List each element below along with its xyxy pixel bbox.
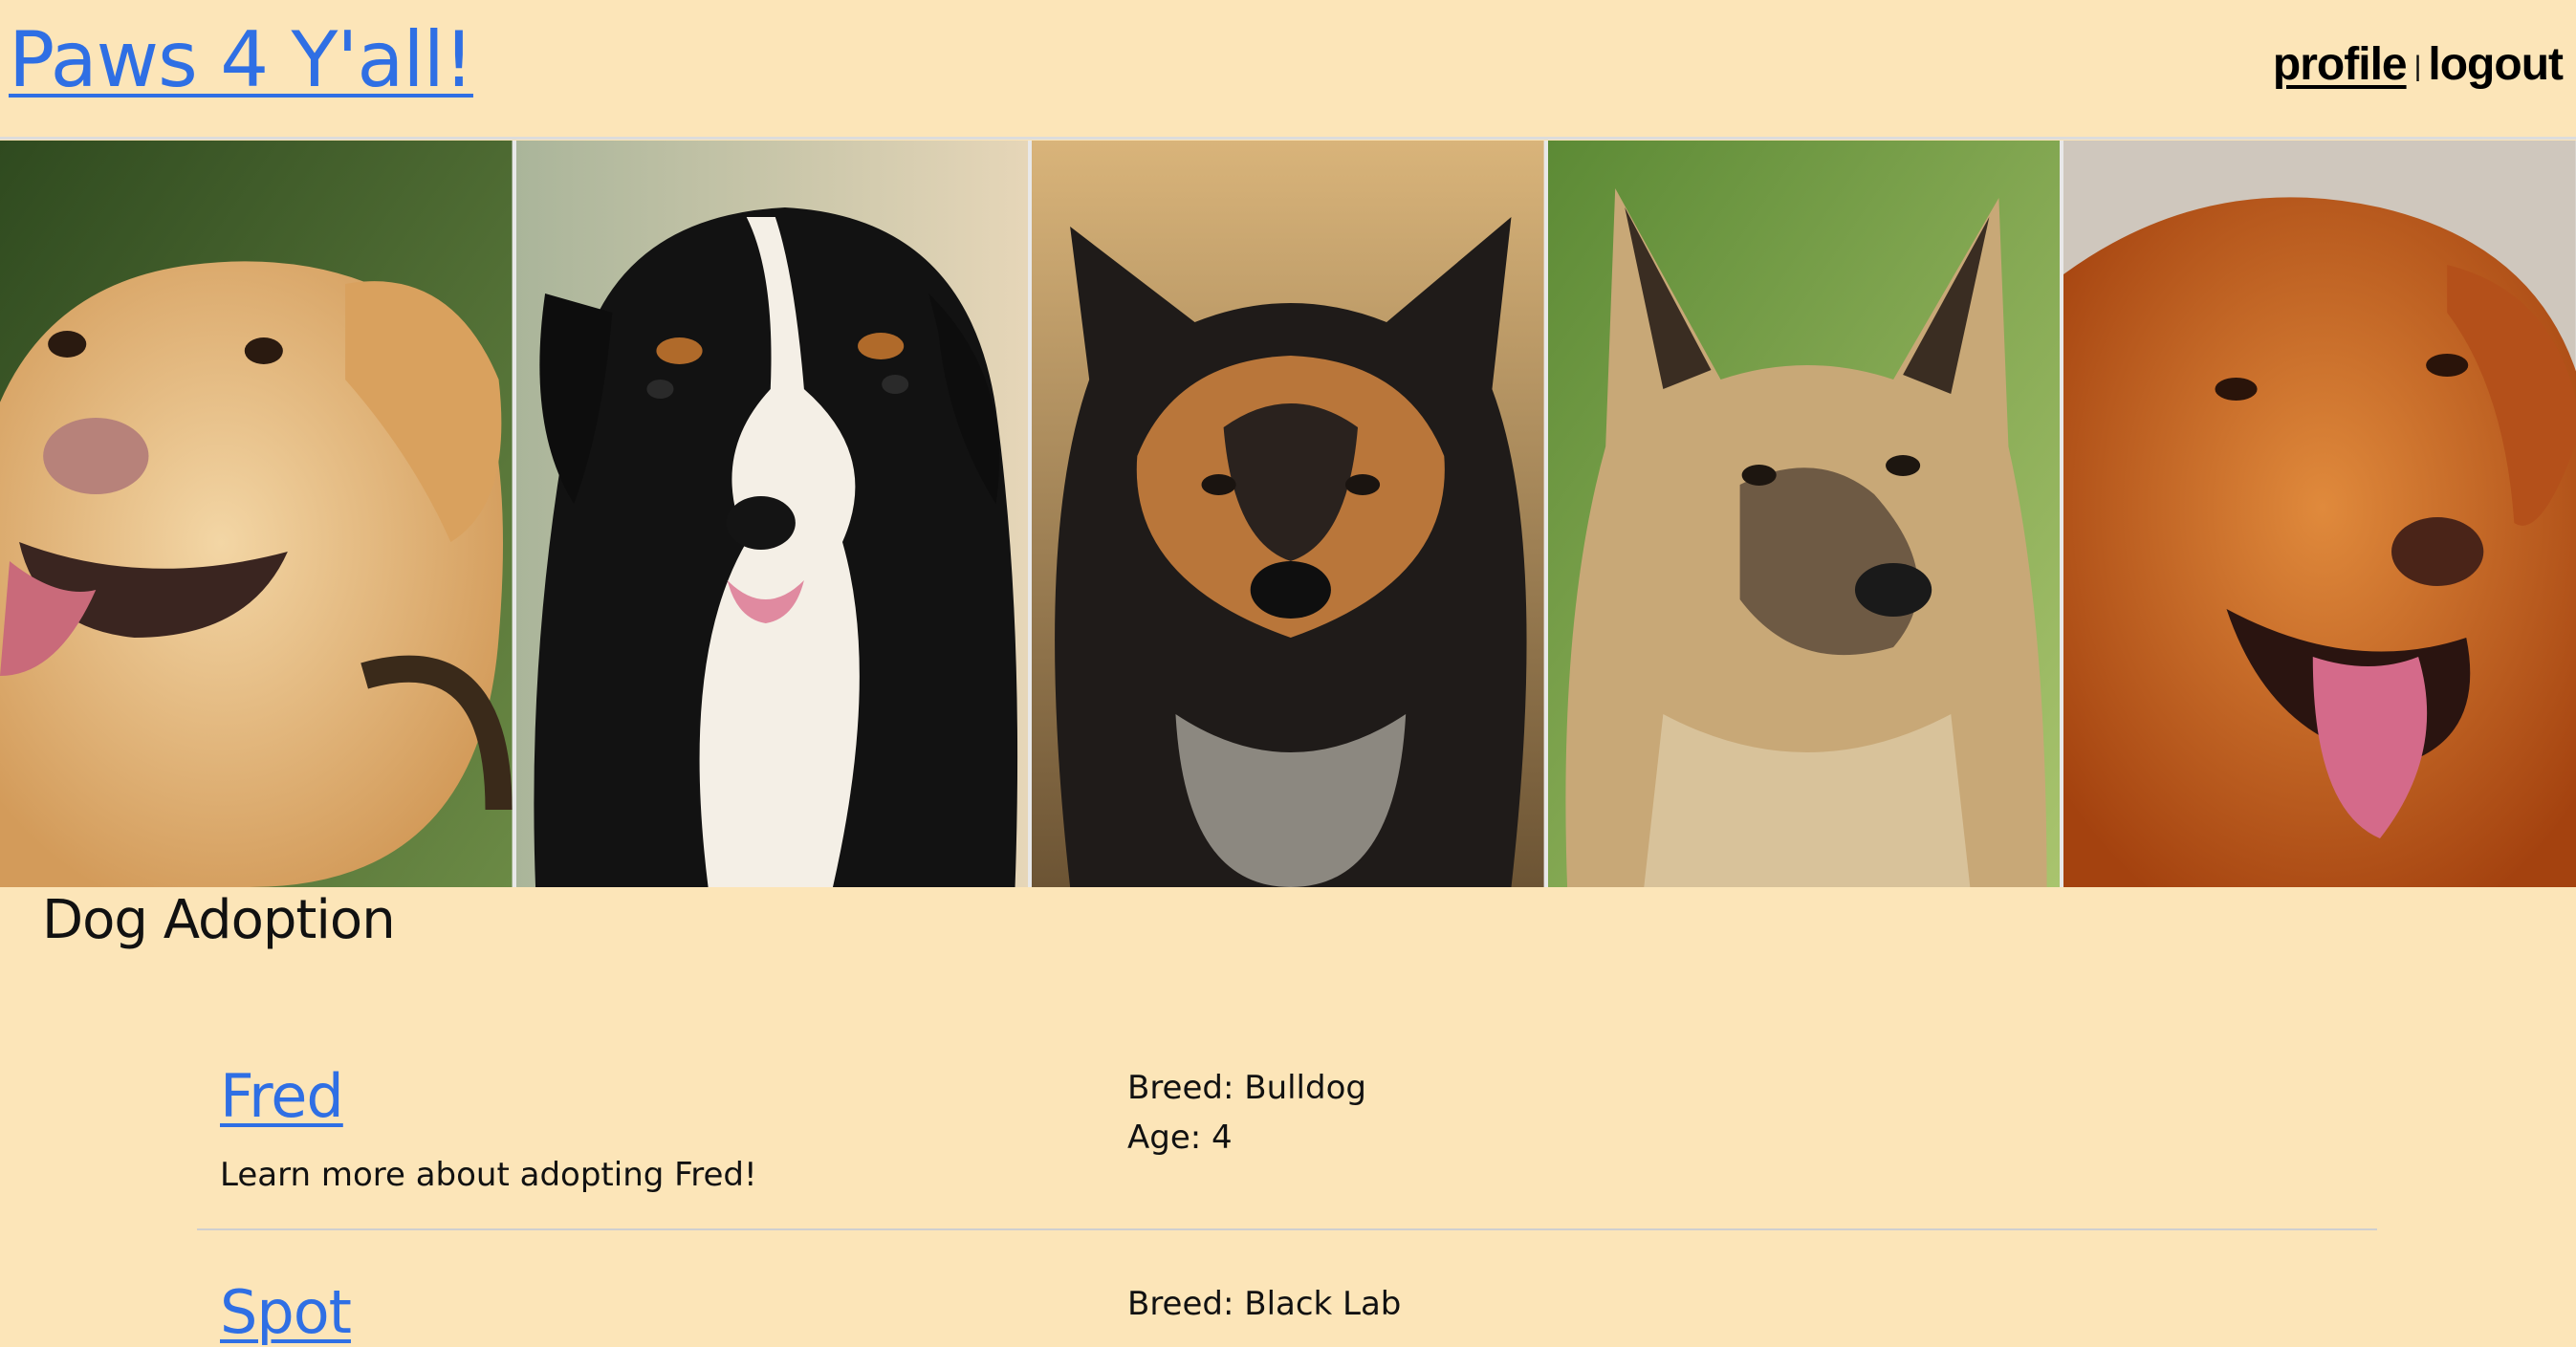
pet-age: Age: 4 xyxy=(1127,1119,1233,1157)
pet-breed: Breed: Black Lab xyxy=(1127,1285,1402,1323)
pet-list: Fred Learn more about adopting Fred! Bre… xyxy=(197,0,2377,1347)
pet-name-link[interactable]: Spot xyxy=(220,1277,352,1347)
pet-breed: Breed: Bulldog xyxy=(1127,1069,1366,1107)
pet-name-link[interactable]: Fred xyxy=(220,1061,344,1131)
list-divider xyxy=(197,1228,2377,1230)
logout-link[interactable]: logout xyxy=(2428,39,2564,90)
nav-separator: | xyxy=(2413,51,2422,83)
pet-description: Learn more about adopting Fred! xyxy=(220,1156,757,1194)
